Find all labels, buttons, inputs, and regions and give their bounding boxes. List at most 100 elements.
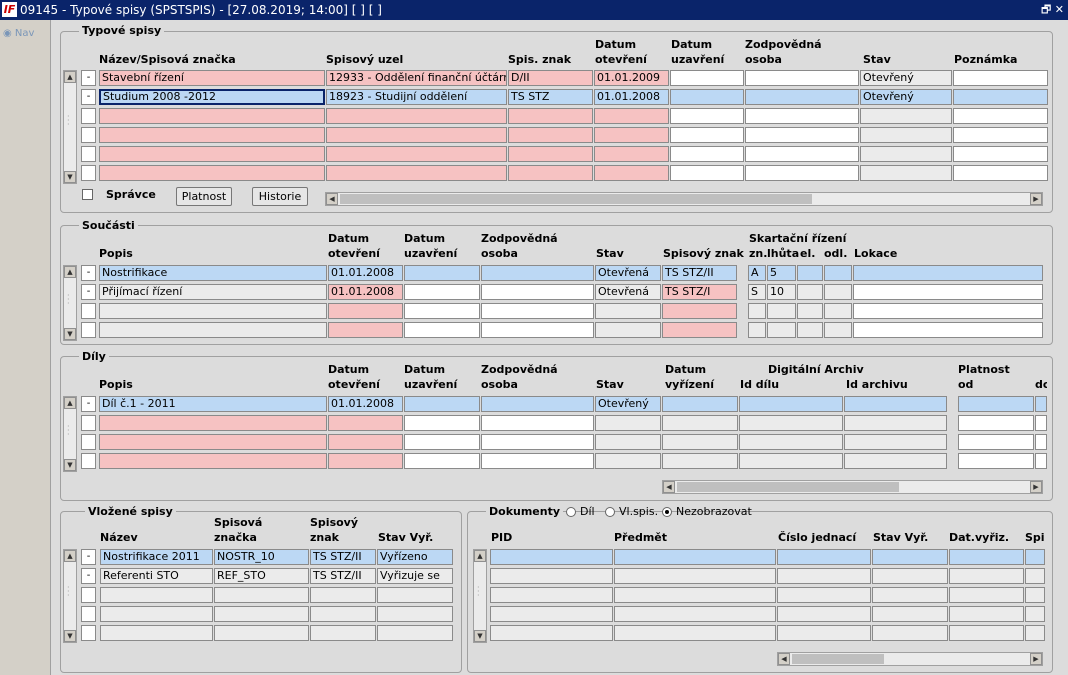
cell-osoba[interactable] <box>481 284 594 300</box>
cell-stav[interactable] <box>860 108 952 124</box>
scroll-down-icon[interactable]: ▼ <box>64 630 76 642</box>
row-marker[interactable] <box>81 434 96 450</box>
row-marker[interactable] <box>81 165 96 181</box>
cell-osoba[interactable] <box>745 165 859 181</box>
cell-id-dilu[interactable] <box>739 415 843 431</box>
cell-uzel[interactable] <box>326 127 507 143</box>
cell-id-dilu[interactable] <box>739 453 843 469</box>
scroll-left-icon[interactable]: ◀ <box>663 481 675 493</box>
row-marker[interactable] <box>81 415 96 431</box>
dokumenty-vscroll[interactable]: ▲ · · · ▼ <box>473 549 487 643</box>
cell-zn[interactable]: A <box>748 265 766 281</box>
cell-stav[interactable] <box>377 606 453 622</box>
cell-id-dilu[interactable] <box>739 434 843 450</box>
cell-nazev[interactable] <box>100 606 213 622</box>
scroll-right-icon[interactable]: ▶ <box>1030 481 1042 493</box>
row-marker[interactable] <box>81 322 96 338</box>
cell-stav[interactable] <box>860 127 952 143</box>
cell-uzavreni[interactable] <box>670 165 744 181</box>
cell-popis[interactable]: Přijímací řízení <box>99 284 327 300</box>
typove-hscroll-thumb[interactable] <box>340 194 812 204</box>
cell-nazev[interactable] <box>99 127 325 143</box>
cell-lokace[interactable] <box>853 284 1043 300</box>
cell-znak[interactable]: TS STZ/I <box>662 284 737 300</box>
cell-spis[interactable] <box>1025 568 1045 584</box>
cell-znacka[interactable] <box>214 606 309 622</box>
spravce-checkbox[interactable] <box>82 189 93 200</box>
cell-id-archivu[interactable] <box>844 453 947 469</box>
cell-otevreni[interactable]: 01.01.2008 <box>594 89 669 105</box>
cell-uzavreni[interactable] <box>404 453 480 469</box>
cell-osoba[interactable] <box>481 415 594 431</box>
cell-popis[interactable] <box>99 415 327 431</box>
scroll-up-icon[interactable]: ▲ <box>64 266 76 278</box>
cell-znak[interactable] <box>662 303 737 319</box>
row-marker[interactable]: - <box>81 568 96 584</box>
cell-znacka[interactable]: REF_STO <box>214 568 309 584</box>
cell-predmet[interactable] <box>614 625 776 641</box>
cell-vyrizeni[interactable] <box>662 396 738 412</box>
cell-stav[interactable] <box>872 587 948 603</box>
cell-otevreni[interactable] <box>594 127 669 143</box>
cell-predmet[interactable] <box>614 549 776 565</box>
cell-popis[interactable] <box>99 322 327 338</box>
cell-poznamka[interactable] <box>953 127 1048 143</box>
scroll-down-icon[interactable]: ▼ <box>64 459 76 471</box>
cell-otevreni[interactable] <box>328 453 403 469</box>
cell-znak[interactable]: TS STZ/II <box>310 568 376 584</box>
cell-do[interactable] <box>1035 415 1047 431</box>
cell-osoba[interactable] <box>745 108 859 124</box>
cell-stav[interactable]: Vyřizuje se <box>377 568 453 584</box>
cell-el[interactable] <box>797 303 823 319</box>
cell-odl[interactable] <box>824 265 852 281</box>
row-marker[interactable]: - <box>81 70 96 86</box>
cell-lokace[interactable] <box>853 303 1043 319</box>
window-controls[interactable]: 🗗 ✕ <box>1041 0 1064 20</box>
cell-predmet[interactable] <box>614 606 776 622</box>
cell-cislo[interactable] <box>777 625 871 641</box>
cell-osoba[interactable] <box>481 303 594 319</box>
cell-nazev[interactable] <box>100 587 213 603</box>
cell-do[interactable] <box>1035 396 1047 412</box>
cell-uzavreni[interactable] <box>670 127 744 143</box>
radio-vlspis[interactable] <box>605 507 615 517</box>
dokumenty-hscroll-thumb[interactable] <box>792 654 884 664</box>
cell-znak[interactable]: TS STZ/II <box>310 549 376 565</box>
scroll-right-icon[interactable]: ▶ <box>1030 653 1042 665</box>
row-marker[interactable] <box>81 146 96 162</box>
cell-predmet[interactable] <box>614 568 776 584</box>
cell-uzel[interactable] <box>326 108 507 124</box>
cell-pid[interactable] <box>490 587 613 603</box>
cell-poznamka[interactable] <box>953 70 1048 86</box>
cell-stav[interactable] <box>377 625 453 641</box>
cell-lokace[interactable] <box>853 265 1043 281</box>
cell-znacka[interactable]: NOSTR_10 <box>214 549 309 565</box>
scroll-down-icon[interactable]: ▼ <box>64 171 76 183</box>
cell-poznamka[interactable] <box>953 89 1048 105</box>
cell-id-dilu[interactable] <box>739 396 843 412</box>
cell-osoba[interactable] <box>481 434 594 450</box>
cell-datvyriz[interactable] <box>949 606 1024 622</box>
cell-stav[interactable] <box>872 568 948 584</box>
cell-stav[interactable] <box>595 322 661 338</box>
cell-znacka[interactable] <box>214 625 309 641</box>
cell-stav[interactable]: Otevřená <box>595 265 661 281</box>
cell-stav[interactable]: Otevřený <box>595 396 661 412</box>
cell-predmet[interactable] <box>614 587 776 603</box>
cell-od[interactable] <box>958 396 1034 412</box>
cell-zn[interactable] <box>748 303 766 319</box>
row-marker[interactable]: - <box>81 549 96 565</box>
row-marker[interactable] <box>81 303 96 319</box>
cell-popis[interactable] <box>99 434 327 450</box>
scroll-left-icon[interactable]: ◀ <box>778 653 790 665</box>
cell-zn[interactable]: S <box>748 284 766 300</box>
cell-stav[interactable] <box>377 587 453 603</box>
cell-vyrizeni[interactable] <box>662 453 738 469</box>
cell-datvyriz[interactable] <box>949 549 1024 565</box>
row-marker[interactable]: - <box>81 396 96 412</box>
cell-otevreni[interactable] <box>328 303 403 319</box>
scroll-up-icon[interactable]: ▲ <box>64 71 76 83</box>
cell-otevreni[interactable] <box>328 415 403 431</box>
dily-hscroll-thumb[interactable] <box>677 482 899 492</box>
cell-otevreni[interactable] <box>328 434 403 450</box>
